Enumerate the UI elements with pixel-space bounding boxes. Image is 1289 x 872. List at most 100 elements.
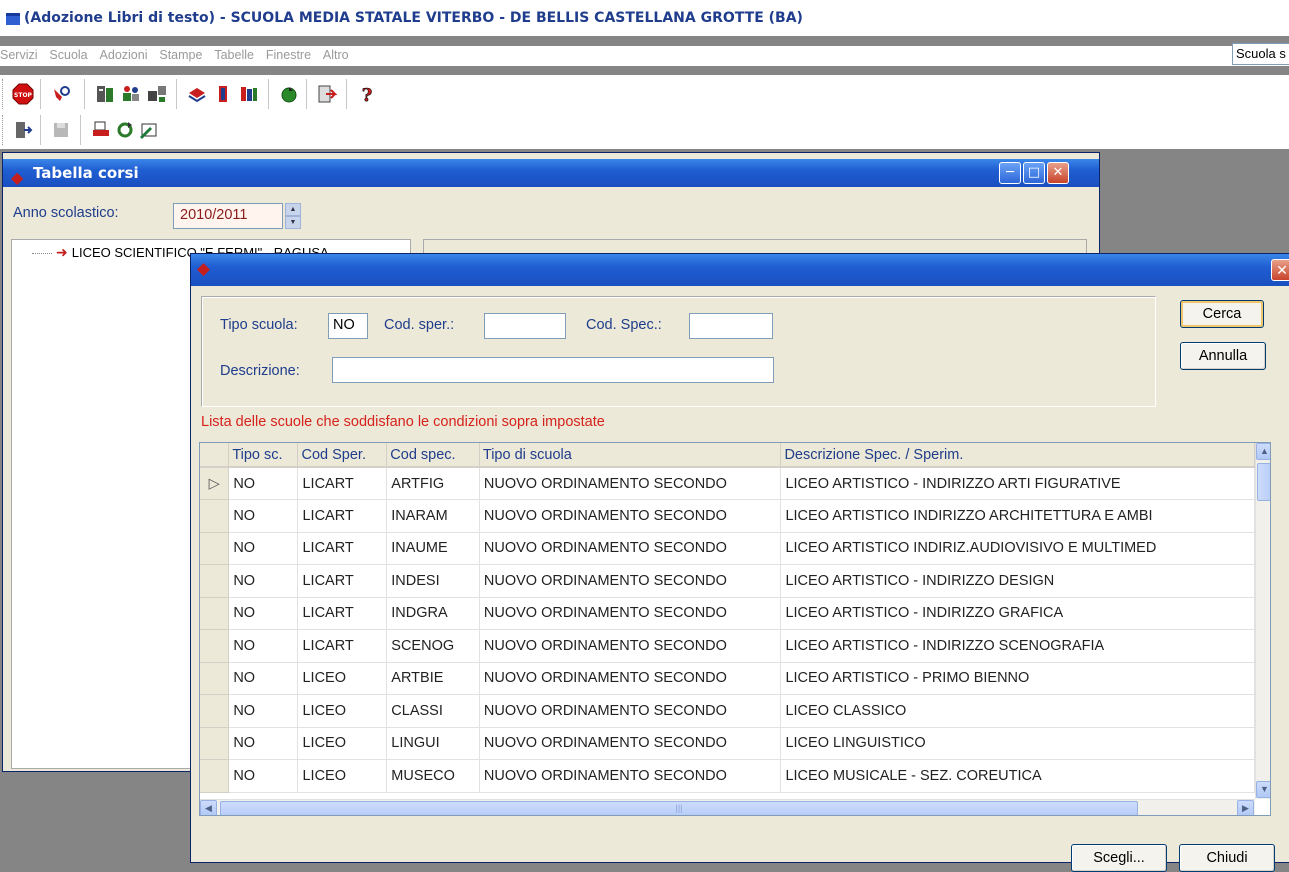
cell-tipo-di-scuola[interactable]: NUOVO ORDINAMENTO SECONDO xyxy=(479,532,782,565)
tools-icon[interactable] xyxy=(50,83,72,105)
scegli-button[interactable]: Scegli... xyxy=(1071,844,1167,872)
menu-tabelle[interactable]: Tabelle xyxy=(214,48,254,62)
table-row[interactable]: NO LICART SCENOG NUOVO ORDINAMENTO SECONDO L… xyxy=(200,629,1255,663)
cell-descrizione[interactable]: LICEO ARTISTICO - INDIRIZZO GRAFICA xyxy=(780,597,1255,630)
table-row[interactable]: NO LICEO ARTBIE NUOVO ORDINAMENTO SECONDO LI… xyxy=(200,662,1255,695)
cell-cod-sper[interactable]: LICEO xyxy=(297,727,388,760)
row-indicator[interactable] xyxy=(200,597,230,630)
cell-cod-sper[interactable]: LICART xyxy=(297,564,388,598)
cell-descrizione[interactable]: LICEO ARTISTICO - INDIRIZZO ARTI FIGURAT… xyxy=(780,467,1255,500)
refresh-icon[interactable] xyxy=(278,83,300,105)
column-header-cod-sper[interactable]: Cod Sper. xyxy=(297,443,388,468)
cell-cod-sper[interactable]: LICEO xyxy=(297,694,388,728)
spin-up-icon[interactable]: ▲ xyxy=(285,203,301,216)
table-row[interactable]: NO LICART INDESI NUOVO ORDINAMENTO SECONDO L… xyxy=(200,564,1255,598)
stop-icon[interactable]: STOP xyxy=(12,83,34,105)
cod-sper-field[interactable] xyxy=(484,313,566,339)
scroll-up-icon[interactable]: ▲ xyxy=(1256,443,1270,460)
column-header-tipo-sc[interactable]: Tipo sc. xyxy=(228,443,299,468)
cell-tipo-di-scuola[interactable]: NUOVO ORDINAMENTO SECONDO xyxy=(479,629,782,663)
cell-tipo-di-scuola[interactable]: NUOVO ORDINAMENTO SECONDO xyxy=(479,564,782,598)
vertical-scroll-thumb[interactable] xyxy=(1257,463,1270,501)
cell-tipo-di-scuola[interactable]: NUOVO ORDINAMENTO SECONDO xyxy=(479,467,782,500)
table-row[interactable]: ▷ NO LICART ARTFIG NUOVO ORDINAMENTO SECONDO… xyxy=(200,467,1255,500)
table-row[interactable]: NO LICEO MUSECO NUOVO ORDINAMENTO SECONDO LI… xyxy=(200,759,1255,793)
toolbar-handle[interactable] xyxy=(2,79,5,109)
anno-spinner[interactable]: ▲ ▼ xyxy=(285,203,301,229)
close-icon[interactable]: ✕ xyxy=(1271,259,1289,281)
toolbar-handle[interactable] xyxy=(2,115,5,145)
cell-descrizione[interactable]: LICEO ARTISTICO INDIRIZZO ARCHITETTURA E… xyxy=(780,499,1255,533)
horizontal-scroll-thumb[interactable]: ||| xyxy=(220,801,1138,815)
row-indicator[interactable] xyxy=(200,759,230,793)
cell-cod-sper[interactable]: LICEO xyxy=(297,662,388,695)
menu-stampe[interactable]: Stampe xyxy=(159,48,202,62)
sync-icon[interactable] xyxy=(114,119,136,141)
maximize-icon[interactable]: □ xyxy=(1023,162,1045,184)
row-indicator[interactable] xyxy=(200,532,230,565)
cell-tipo-di-scuola[interactable]: NUOVO ORDINAMENTO SECONDO xyxy=(479,759,782,793)
column-header-descrizione[interactable]: Descrizione Spec. / Sperim. xyxy=(780,443,1255,468)
menu-finestre[interactable]: Finestre xyxy=(266,48,311,62)
cell-descrizione[interactable]: LICEO LINGUISTICO xyxy=(780,727,1255,760)
table-row[interactable]: NO LICART INARAM NUOVO ORDINAMENTO SECONDO L… xyxy=(200,499,1255,533)
cell-tipo-sc[interactable]: NO xyxy=(228,759,299,793)
current-row-indicator-icon[interactable]: ▷ xyxy=(200,467,230,500)
menu-scuola[interactable]: Scuola xyxy=(49,48,87,62)
school-select[interactable]: Scuola s xyxy=(1232,43,1289,65)
cell-cod-sper[interactable]: LICART xyxy=(297,467,388,500)
help-icon[interactable]: ? xyxy=(356,83,378,107)
anno-field[interactable]: 2010/2011 xyxy=(173,203,283,229)
cell-tipo-sc[interactable]: NO xyxy=(228,532,299,565)
tipo-scuola-field[interactable]: NO xyxy=(328,313,368,339)
menu-servizi[interactable]: Servizi xyxy=(0,48,38,62)
cell-cod-spec[interactable]: INAUME xyxy=(386,532,480,565)
annulla-button[interactable]: Annulla xyxy=(1180,342,1266,370)
minimize-icon[interactable]: ─ xyxy=(999,162,1021,184)
export-icon[interactable] xyxy=(316,83,338,105)
row-indicator[interactable] xyxy=(200,499,230,533)
row-indicator[interactable] xyxy=(200,564,230,598)
cell-tipo-di-scuola[interactable]: NUOVO ORDINAMENTO SECONDO xyxy=(479,694,782,728)
cell-cod-sper[interactable]: LICART xyxy=(297,597,388,630)
dialog-title-bar[interactable]: ◆ ✕ xyxy=(191,254,1289,286)
column-header-cod-spec[interactable]: Cod spec. xyxy=(386,443,480,468)
cell-tipo-sc[interactable]: NO xyxy=(228,467,299,500)
exit-icon[interactable] xyxy=(12,119,34,141)
row-indicator[interactable] xyxy=(200,662,230,695)
cell-tipo-di-scuola[interactable]: NUOVO ORDINAMENTO SECONDO xyxy=(479,499,782,533)
row-indicator[interactable] xyxy=(200,629,230,663)
chiudi-button[interactable]: Chiudi xyxy=(1179,844,1275,872)
cell-descrizione[interactable]: LICEO MUSICALE - SEZ. COREUTICA xyxy=(780,759,1255,793)
menu-altro[interactable]: Altro xyxy=(323,48,349,62)
cell-descrizione[interactable]: LICEO ARTISTICO - INDIRIZZO SCENOGRAFIA xyxy=(780,629,1255,663)
cell-cod-sper[interactable]: LICEO xyxy=(297,759,388,793)
cell-tipo-sc[interactable]: NO xyxy=(228,727,299,760)
cell-tipo-di-scuola[interactable]: NUOVO ORDINAMENTO SECONDO xyxy=(479,727,782,760)
menu-adozioni[interactable]: Adozioni xyxy=(100,48,148,62)
network-icon[interactable] xyxy=(146,83,168,105)
column-header-tipo-di-scuola[interactable]: Tipo di scuola xyxy=(479,443,782,468)
scroll-down-icon[interactable]: ▼ xyxy=(1256,781,1270,798)
horizontal-scrollbar[interactable]: ◀ ||| ▶ xyxy=(200,799,1255,815)
cell-tipo-sc[interactable]: NO xyxy=(228,564,299,598)
cell-tipo-sc[interactable]: NO xyxy=(228,499,299,533)
vertical-scrollbar[interactable]: ▲ ▼ xyxy=(1255,443,1270,799)
cell-tipo-di-scuola[interactable]: NUOVO ORDINAMENTO SECONDO xyxy=(479,662,782,695)
cell-tipo-sc[interactable]: NO xyxy=(228,597,299,630)
cell-cod-spec[interactable]: MUSECO xyxy=(386,759,480,793)
cell-cod-spec[interactable]: ARTFIG xyxy=(386,467,480,500)
table-row[interactable]: NO LICEO CLASSI NUOVO ORDINAMENTO SECONDO LI… xyxy=(200,694,1255,728)
row-indicator[interactable] xyxy=(200,727,230,760)
cell-cod-spec[interactable]: ARTBIE xyxy=(386,662,480,695)
scroll-left-icon[interactable]: ◀ xyxy=(200,800,217,815)
cell-descrizione[interactable]: LICEO CLASSICO xyxy=(780,694,1255,728)
corsi-title-bar[interactable]: ◆ Tabella corsi ─ □ ✕ xyxy=(3,159,1099,187)
edit-icon[interactable] xyxy=(138,119,160,141)
table-row[interactable]: NO LICART INAUME NUOVO ORDINAMENTO SECONDO L… xyxy=(200,532,1255,565)
bookshelf-icon[interactable] xyxy=(238,83,260,105)
close-icon[interactable]: ✕ xyxy=(1047,162,1069,184)
spin-down-icon[interactable]: ▼ xyxy=(285,216,301,229)
cell-descrizione[interactable]: LICEO ARTISTICO - INDIRIZZO DESIGN xyxy=(780,564,1255,598)
descrizione-field[interactable] xyxy=(332,357,774,383)
